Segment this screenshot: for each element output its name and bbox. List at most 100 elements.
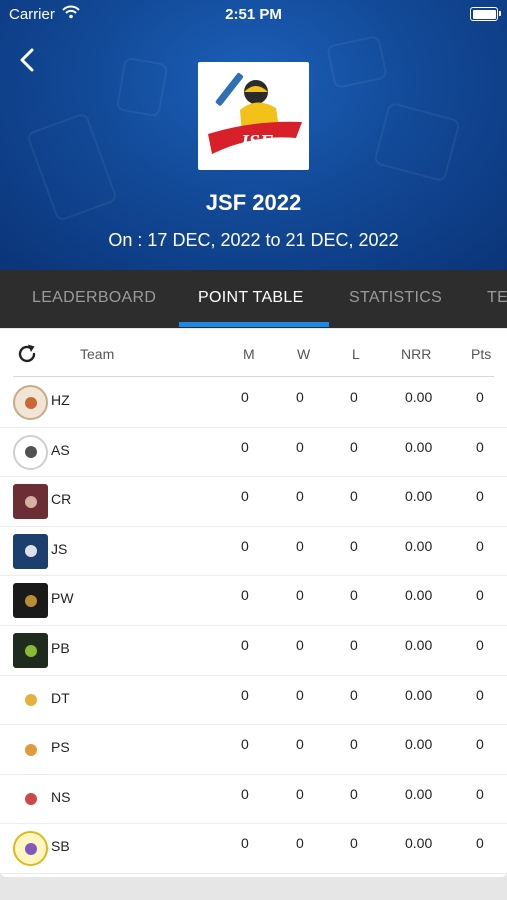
losses-value: 0 [350,835,358,852]
matches-value: 0 [241,587,249,604]
team-name: DT [51,689,70,706]
back-arrow-icon[interactable] [16,44,42,76]
table-row[interactable]: PB 0 0 0 0.00 0 [0,625,507,676]
status-time: 2:51 PM [225,6,282,23]
matches-value: 0 [241,835,249,852]
points-value: 0 [476,389,484,405]
wins-value: 0 [296,438,304,455]
table-row[interactable]: CR 0 0 0 0.00 0 [0,476,507,527]
team-logo-icon [13,633,48,668]
team-name: CR [51,491,72,508]
background-pattern [115,56,169,118]
team-name: PW [51,590,74,607]
matches-value: 0 [241,637,249,653]
losses-value: 0 [350,389,358,405]
team-name: PS [51,739,70,756]
wins-value: 0 [296,785,304,802]
team-logo-icon [13,484,48,520]
losses-value: 0 [350,438,358,455]
losses-value: 0 [350,537,358,554]
points-value: 0 [476,438,484,455]
table-row[interactable]: JS 0 0 0 0.00 0 [0,526,507,577]
table-row[interactable]: NS 0 0 0 0.00 0 [0,774,507,825]
team-name: SB [51,838,70,855]
status-bar: Carrier 2:51 PM [0,0,507,30]
team-logo-icon [13,831,48,867]
table-row[interactable]: PS 0 0 0 0.00 0 [0,724,507,775]
losses-value: 0 [350,587,358,604]
team-logo-icon [13,434,48,470]
background-pattern [326,34,388,90]
team-logo-icon [13,385,48,420]
matches-value: 0 [241,785,249,802]
table-row[interactable]: DT 0 0 0 0.00 0 [0,675,507,726]
header-points: Pts [471,346,492,362]
matches-value: 0 [241,537,249,554]
nrr-value: 0.00 [405,686,433,703]
points-value: 0 [476,488,484,505]
points-value: 0 [476,785,484,802]
tournament-logo: JSF [198,62,309,170]
nrr-value: 0.00 [405,785,433,802]
header-matches: M [243,346,255,362]
tab-statistics[interactable]: STATISTICS [349,270,442,328]
nrr-value: 0.00 [405,438,433,455]
team-logo-icon [13,682,48,718]
wins-value: 0 [296,587,304,604]
matches-value: 0 [241,686,249,703]
tournament-header: Carrier 2:51 PM JSF JSF 2022 On : 17 DEC… [0,0,507,270]
table-row[interactable]: SB 0 0 0 0.00 0 [0,823,507,874]
nrr-value: 0.00 [405,587,433,604]
team-name: PB [51,640,70,656]
wins-value: 0 [296,537,304,554]
tab-leaderboard[interactable]: LEADERBOARD [32,270,156,328]
points-value: 0 [476,736,484,753]
team-logo-icon [13,732,48,768]
team-logo-icon [13,781,48,817]
tournament-title: JSF 2022 [205,190,302,215]
team-logo-icon [13,583,48,619]
nrr-value: 0.00 [405,537,433,554]
losses-value: 0 [350,637,358,653]
header-wins: W [297,346,311,362]
wins-value: 0 [296,686,304,703]
losses-value: 0 [350,686,358,703]
table-header: Team M W L NRR Pts [0,329,507,377]
matches-value: 0 [241,438,249,455]
points-value: 0 [476,587,484,604]
team-name: NS [51,788,71,805]
refresh-icon[interactable] [15,342,39,366]
table-row[interactable]: PW 0 0 0 0.00 0 [0,575,507,626]
points-value: 0 [476,686,484,703]
matches-value: 0 [241,736,249,753]
header-team: Team [80,346,115,362]
battery-icon [470,7,501,21]
wins-value: 0 [296,835,304,852]
points-value: 0 [476,835,484,852]
wins-value: 0 [296,736,304,753]
nrr-value: 0.00 [405,488,433,505]
tournament-dates: On : 17 DEC, 2022 to 21 DEC, 2022 [108,230,399,250]
table-row[interactable]: AS 0 0 0 0.00 0 [0,427,507,478]
points-value: 0 [476,637,484,653]
matches-value: 0 [241,488,249,505]
team-name: AS [51,441,70,458]
active-tab-indicator [179,322,329,327]
tab-teams[interactable]: TEAMS [487,270,507,328]
wins-value: 0 [296,488,304,505]
losses-value: 0 [350,785,358,802]
table-row[interactable]: HZ 0 0 0 0.00 0 [0,377,507,428]
wins-value: 0 [296,637,304,653]
matches-value: 0 [241,389,249,405]
header-losses: L [352,346,360,362]
team-name: JS [51,540,68,557]
tab-point-table[interactable]: POINT TABLE [198,270,304,328]
losses-value: 0 [350,488,358,505]
nrr-value: 0.00 [405,389,433,405]
wins-value: 0 [296,389,304,405]
background-pattern [372,101,462,183]
nrr-value: 0.00 [405,835,433,852]
team-logo-icon [13,533,48,569]
header-nrr: NRR [401,346,432,362]
nrr-value: 0.00 [405,736,433,753]
